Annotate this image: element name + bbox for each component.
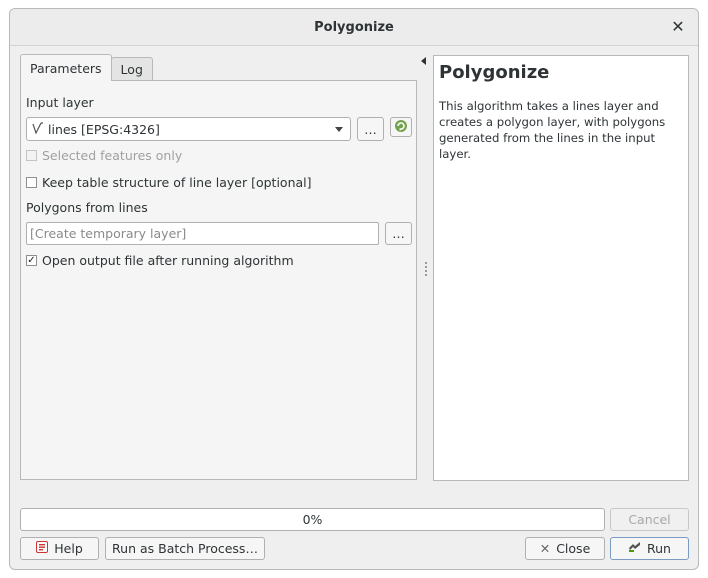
input-layer-combo[interactable]: lines [EPSG:4326] [26,117,351,141]
help-button[interactable]: Help [20,537,99,560]
input-layer-browse-button[interactable]: … [357,117,384,141]
open-output-label: Open output file after running algorithm [42,253,294,268]
cancel-button[interactable]: Cancel [610,508,689,531]
tab-parameters[interactable]: Parameters [20,54,112,81]
close-x-icon: ✕ [539,541,551,556]
open-output-checkbox[interactable]: ✓ [26,255,37,266]
selected-only-checkbox[interactable] [26,150,37,161]
help-pane: Polygonize This algorithm takes a lines … [433,55,689,481]
polygonize-dialog: Polygonize ✕ Parameters Log Input layer … [9,8,699,570]
run-label: Run [647,541,671,556]
run-button[interactable]: Run [610,537,689,560]
keep-table-label: Keep table structure of line layer [opti… [42,175,312,190]
output-label: Polygons from lines [26,200,148,215]
cancel-label: Cancel [628,512,671,527]
dialog-title: Polygonize [314,19,394,35]
run-icon [628,541,641,556]
title-bar: Polygonize ✕ [10,9,698,46]
batch-label: Run as Batch Process… [112,541,258,556]
close-button[interactable]: ✕ Close [525,537,605,560]
tab-parameters-label: Parameters [30,60,102,76]
parameters-panel: Input layer lines [EPSG:4326] … Selected… [20,80,417,480]
help-description: This algorithm takes a lines layer and c… [439,99,666,161]
close-icon[interactable]: ✕ [668,17,688,37]
help-title: Polygonize [439,62,550,83]
close-label: Close [556,541,591,556]
iterate-button[interactable] [390,117,412,137]
selected-only-label: Selected features only [42,148,183,163]
splitter-handle[interactable] [425,262,427,278]
progress-text: 0% [302,512,323,527]
output-browse-button[interactable]: … [385,222,412,245]
input-layer-label: Input layer [26,95,94,110]
output-placeholder: [Create temporary layer] [30,226,187,241]
tab-bar: Parameters Log [20,54,153,81]
help-label: Help [54,541,83,556]
iterate-icon [394,119,408,136]
line-layer-icon [32,121,44,137]
input-layer-value: lines [EPSG:4326] [48,121,160,137]
browse-label: … [364,121,377,137]
tab-log[interactable]: Log [110,57,153,81]
help-icon [36,541,49,556]
chevron-down-icon [335,127,343,132]
collapse-arrow-icon[interactable] [421,57,426,65]
output-field[interactable]: [Create temporary layer] [26,222,379,245]
progress-bar: 0% [20,508,605,531]
batch-process-button[interactable]: Run as Batch Process… [105,537,265,560]
output-browse-label: … [392,226,405,241]
keep-table-checkbox[interactable] [26,177,37,188]
tab-log-label: Log [120,62,143,77]
